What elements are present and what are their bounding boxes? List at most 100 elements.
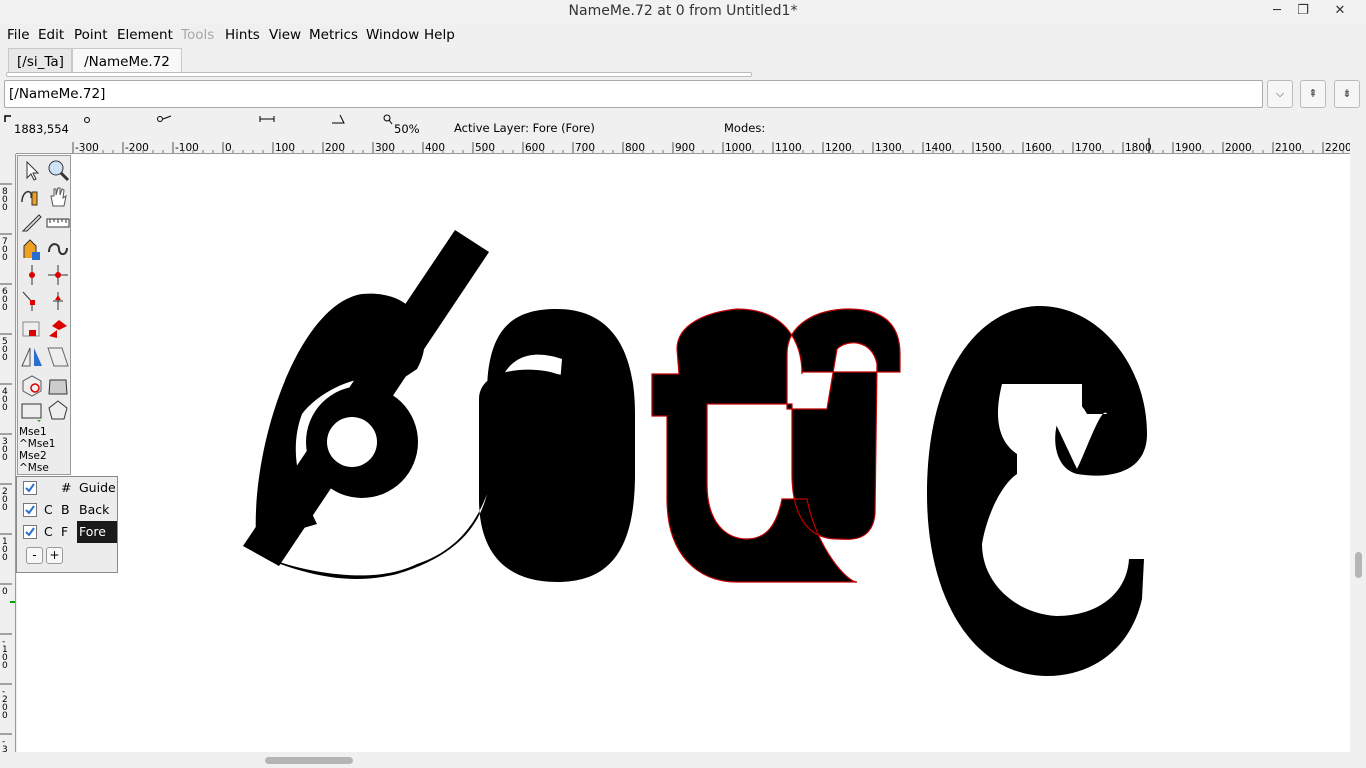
scale-tool-icon[interactable]	[19, 316, 45, 342]
vertical-scrollbar[interactable]	[1350, 138, 1366, 754]
hvcurve-point-tool-icon[interactable]	[45, 262, 71, 288]
layer-name[interactable]: Back	[77, 499, 111, 521]
flip-tool-icon[interactable]	[19, 344, 45, 370]
glyph-tabs: [/si_Ta] /NameMe.72	[0, 46, 1366, 74]
page-down-icon: ⇟	[1342, 87, 1352, 100]
skew-tool-icon[interactable]	[45, 344, 71, 370]
layer-type-flag: C	[44, 502, 53, 517]
magnify-tool-icon[interactable]	[45, 158, 71, 184]
horizontal-scrollbar[interactable]	[0, 752, 1350, 768]
remove-layer-button[interactable]: -	[26, 547, 43, 564]
vertical-ruler[interactable]: 8007006005004003002001000-100-200-300	[0, 154, 16, 752]
layer-name-selected[interactable]: Fore	[77, 521, 117, 543]
menu-file[interactable]: File	[7, 27, 30, 43]
ruler-label-digit: 0	[2, 353, 8, 363]
curve-point-tool-icon[interactable]	[19, 262, 45, 288]
menu-point[interactable]: Point	[74, 27, 108, 43]
info-bar: 1883,554 50% Active Layer: Fore (Fore) M…	[0, 112, 1366, 138]
ruler-label: 1000	[725, 142, 752, 154]
layer-visible-checkbox[interactable]	[23, 525, 37, 539]
menu-help[interactable]: Help	[424, 27, 455, 43]
rectangle-tool-icon[interactable]	[19, 398, 45, 424]
layer-visible-checkbox[interactable]	[23, 503, 37, 517]
horizontal-ruler-ticks: -300 -200 -100 0 100 200 300 400 500 600 700 800 900…	[72, 138, 1350, 154]
ruler-label: 1200	[825, 142, 852, 154]
ruler-label-digit: 0	[2, 587, 8, 597]
cursor-position-icon	[4, 115, 11, 122]
menu-tools[interactable]: Tools	[181, 27, 214, 43]
ruler-label: 200	[325, 142, 345, 154]
ruler-label-digit: 3	[2, 745, 8, 752]
ruler-label: 2100	[1275, 142, 1302, 154]
layer-row-fore[interactable]: C F Fore	[17, 521, 117, 543]
menu-bar: File Edit Point Element Tools Hints View…	[0, 24, 1366, 46]
menu-element[interactable]: Element	[117, 27, 173, 43]
ruler-label: 500	[475, 142, 495, 154]
ruler-label: 2000	[1225, 142, 1252, 154]
layers-palette: # Guide C B Back C F Fore - +	[16, 476, 118, 573]
layer-type-flag: C	[44, 524, 53, 539]
ruler-label: 1800	[1125, 142, 1152, 154]
menu-view[interactable]: View	[269, 27, 301, 43]
horizontal-ruler[interactable]: -300 -200 -100 0 100 200 300 400 500 600 700 800 900…	[16, 138, 1350, 154]
ruler-label: 1900	[1175, 142, 1202, 154]
next-glyph-button[interactable]: ⇟	[1334, 80, 1360, 108]
glyph-dropdown-button[interactable]: ⌵	[1267, 80, 1293, 108]
ruler-label-digit: 0	[2, 661, 8, 671]
tab-scrollbar[interactable]	[6, 72, 752, 77]
ruler-label: 800	[625, 142, 645, 154]
layer-visible-checkbox[interactable]	[23, 481, 37, 495]
layer-row-guide[interactable]: # Guide	[17, 477, 117, 499]
ruler-label-digit: 0	[2, 253, 8, 263]
knife-tool-icon[interactable]	[19, 210, 45, 236]
3d-rotate-tool-icon[interactable]	[19, 372, 45, 398]
ruler-label: 700	[575, 142, 595, 154]
previous-glyph-button[interactable]: ⇞	[1300, 80, 1326, 108]
close-button[interactable]: ✕	[1320, 0, 1360, 22]
glyph-outline[interactable]	[17, 154, 1350, 752]
tab-nameme-72[interactable]: /NameMe.72	[72, 48, 182, 74]
glyph-name-field[interactable]: [/NameMe.72]	[4, 80, 1263, 108]
layer-row-back[interactable]: C B Back	[17, 499, 117, 521]
distance-icon	[259, 116, 275, 122]
vertical-scroll-thumb[interactable]	[1355, 552, 1362, 578]
rotate-tool-icon[interactable]	[45, 316, 71, 342]
ruler-label: 1600	[1025, 142, 1052, 154]
ruler-label: 1700	[1075, 142, 1102, 154]
ruler-label: 1400	[925, 142, 952, 154]
add-layer-button[interactable]: +	[46, 547, 63, 564]
polygon-tool-icon[interactable]	[45, 398, 71, 424]
ctrl-mouse2-hint: ^Mse	[19, 462, 49, 474]
ruler-label: 400	[425, 142, 445, 154]
layer-name[interactable]: Guide	[77, 477, 118, 499]
ruler-label: 300	[375, 142, 395, 154]
ruler-label-digit: 0	[2, 403, 8, 413]
freehand-tool-icon[interactable]	[19, 184, 45, 210]
ruler-label: 1100	[775, 142, 802, 154]
ruler-label: 600	[525, 142, 545, 154]
scroll-hand-tool-icon[interactable]	[45, 184, 71, 210]
tangent-point-tool-icon[interactable]	[45, 288, 71, 314]
tab-si-ta[interactable]: [/si_Ta]	[8, 48, 72, 74]
horizontal-scroll-thumb[interactable]	[265, 757, 353, 764]
window-title: NameMe.72 at 0 from Untitled1*	[568, 3, 798, 19]
ruler-label: -300	[75, 142, 99, 154]
corner-point-tool-icon[interactable]	[19, 288, 45, 314]
menu-metrics[interactable]: Metrics	[309, 27, 358, 43]
ruler-label-digit: 0	[2, 711, 8, 721]
layer-short-name: #	[61, 480, 72, 495]
mouse2-hint: Mse2	[19, 450, 47, 462]
mouse-button-hints: Mse1 ^Mse1 Mse2 ^Mse	[19, 426, 55, 474]
glyph-canvas[interactable]	[17, 154, 1350, 752]
ruler-tool-icon[interactable]	[45, 210, 71, 236]
page-up-icon: ⇞	[1308, 87, 1318, 100]
menu-edit[interactable]: Edit	[38, 27, 64, 43]
pointer-tool-icon[interactable]	[19, 158, 45, 184]
spiro-tool-icon[interactable]	[45, 236, 71, 262]
restore-button[interactable]: ❐	[1288, 0, 1318, 22]
pen-tool-icon[interactable]	[19, 236, 45, 262]
menu-hints[interactable]: Hints	[225, 27, 260, 43]
perspective-tool-icon[interactable]	[45, 372, 71, 398]
menu-window[interactable]: Window	[366, 27, 419, 43]
ctrl-mouse1-hint: ^Mse1	[19, 438, 56, 450]
